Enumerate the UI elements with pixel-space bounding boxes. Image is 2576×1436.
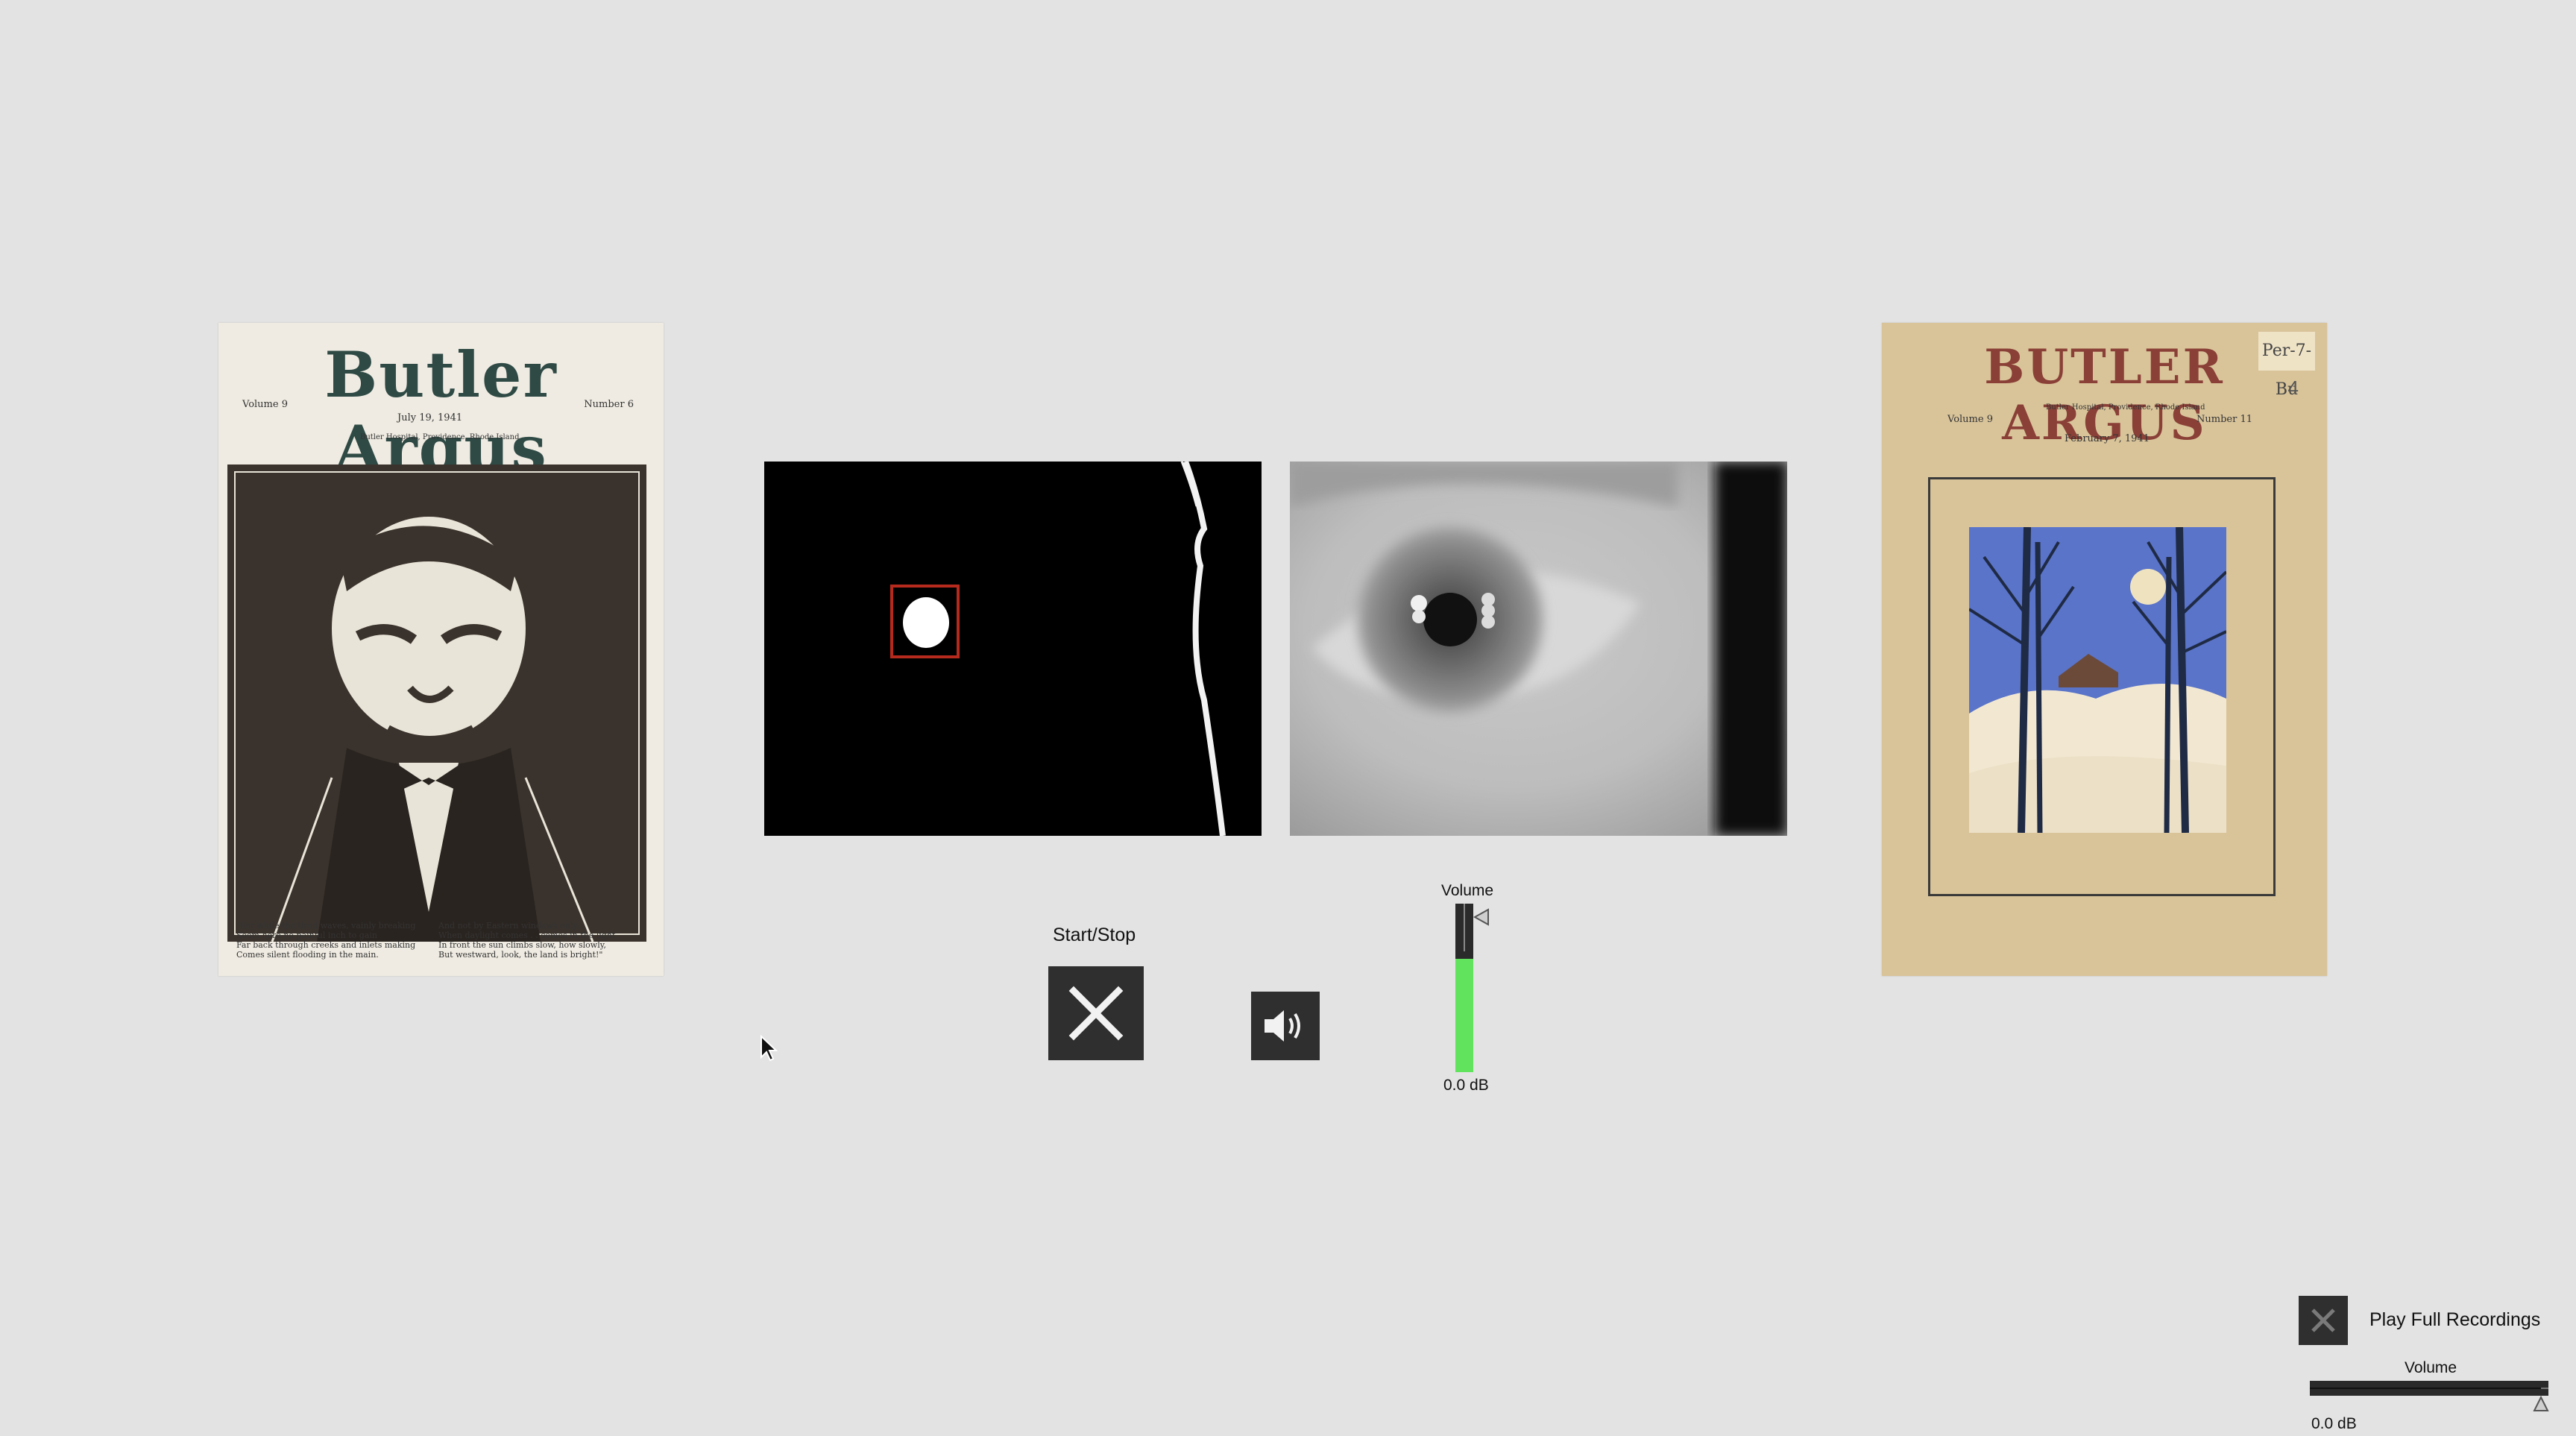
cover-left-number: Number 6 [584,399,634,410]
bottom-volume-fill [2310,1388,2541,1389]
cover-left-poem-left: "For while the tired waves, vainly break… [236,921,416,960]
cover-image-left: Butler Argus Volume 9 July 19, 1941 Numb… [218,323,664,976]
volume-label: Volume [1441,882,1494,899]
cover-right-subline: Butler Hospital, Providence, Rhode Islan… [2046,403,2205,412]
close-x-icon [2311,1309,2335,1332]
mouse-pointer-icon [760,1035,778,1062]
start-stop-button[interactable] [1048,966,1144,1060]
cover-left-masthead: Butler Argus [324,338,558,485]
bottom-volume-thumb[interactable] [2533,1396,2549,1412]
cover-right-number: Number 11 [2196,414,2252,425]
play-full-recordings-label: Play Full Recordings [2369,1309,2541,1330]
winter-scene-illustration [1969,527,2226,833]
bottom-volume-label: Volume [2405,1359,2457,1376]
volume-db-readout: 0.0 dB [1443,1077,1489,1094]
cover-left-subline: Butler Hospital, Providence, Rhode Islan… [360,433,520,441]
start-stop-label: Start/Stop [1053,925,1136,945]
handwritten-number: 4 [2287,377,2299,399]
speaker-button[interactable] [1251,992,1320,1060]
play-full-recordings-button[interactable] [2299,1296,2348,1345]
handwritten-call-number: Per-7-Bu [2258,332,2315,399]
volume-slider-thumb[interactable] [1473,908,1490,926]
cover-left-volume: Volume 9 [242,399,288,410]
speaker-icon [1265,1010,1300,1042]
portrait-illustration [227,465,646,942]
cover-right-date: February 7, 1941 [2065,433,2150,444]
cover-image-right: BUTLER ARGUS Per-7-Bu 4 Butler Hospital,… [1882,323,2327,976]
volume-meter[interactable] [1455,904,1473,1072]
volume-level-fill [1455,959,1473,1072]
bottom-volume-slider[interactable] [2310,1381,2548,1396]
bottom-volume-db-readout: 0.0 dB [2311,1415,2357,1432]
cover-left-poem-right: And not by Eastern windows only, When da… [438,921,616,960]
eye-image [1290,462,1787,836]
close-x-icon [1068,986,1124,1041]
threshold-mask [764,462,1262,836]
pupil-threshold-view [764,462,1262,836]
cover-right-volume: Volume 9 [1947,414,1993,425]
eye-camera-view [1290,462,1787,836]
cover-left-date: July 19, 1941 [397,412,463,423]
